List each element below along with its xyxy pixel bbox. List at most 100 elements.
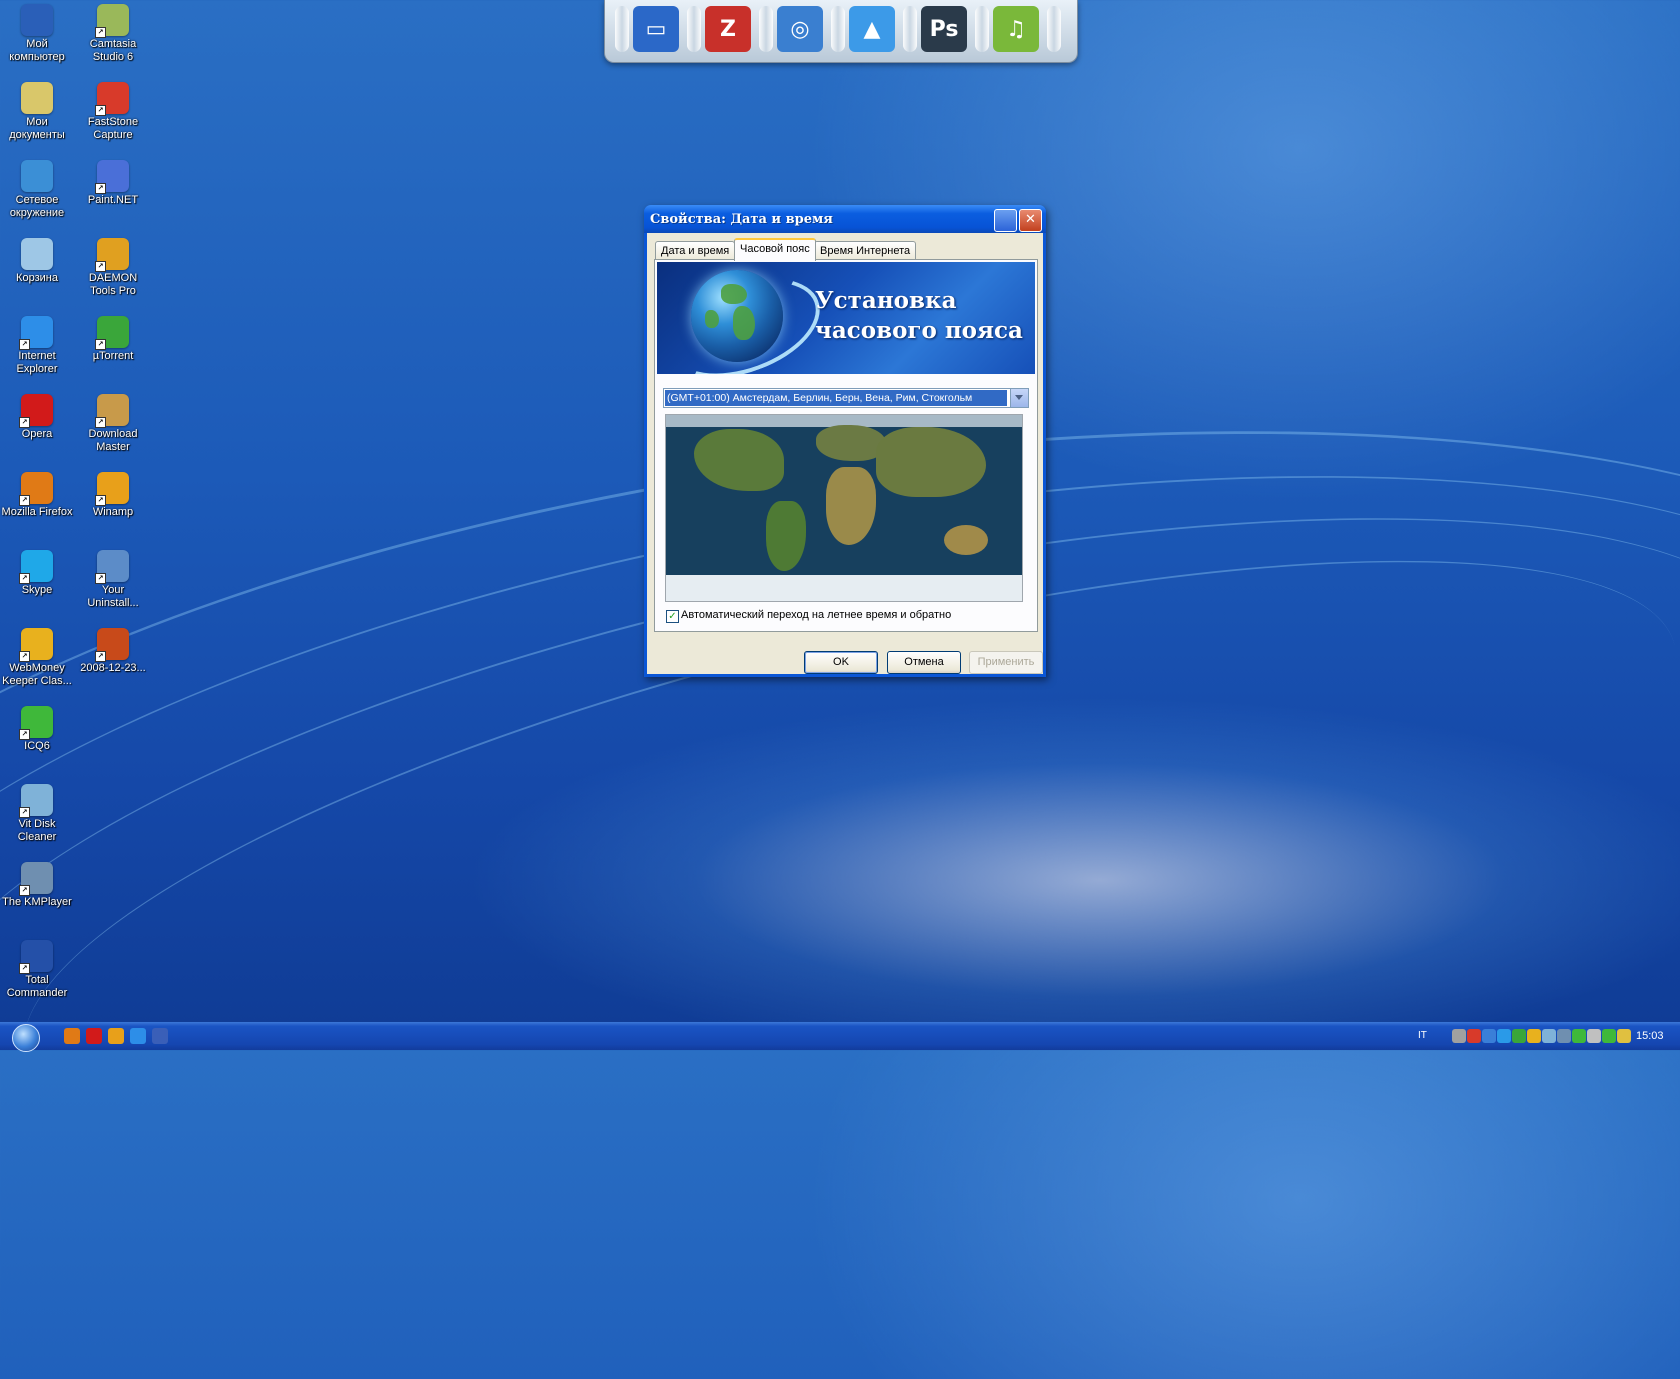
- desktop-icon-label: Mozilla Firefox: [1, 506, 73, 518]
- desktop-icon-label: WebMoney Keeper Clas...: [2, 662, 72, 687]
- safely-remove-tray-icon[interactable]: [1617, 1029, 1631, 1043]
- filezilla-icon[interactable]: Z: [705, 6, 751, 52]
- dock-bar: ▭ Z ◎ ▲ Ps ♫: [604, 0, 1078, 63]
- world-map-image: [665, 414, 1023, 602]
- utorrent-tray-icon[interactable]: [1512, 1029, 1526, 1043]
- desktop-icon-label: Internet Explorer: [16, 350, 58, 375]
- shortcut-arrow-icon: ↗: [95, 417, 106, 428]
- internet-explorer-icon[interactable]: [130, 1028, 146, 1044]
- ok-button[interactable]: OK: [804, 651, 878, 674]
- desktop-icon[interactable]: ↗ Paint.NET: [76, 156, 150, 207]
- desktop-icon[interactable]: ↗ Total Commander: [0, 936, 74, 1000]
- antivirus-tray-icon[interactable]: [1467, 1029, 1481, 1043]
- desktop-icon-label: Paint.NET: [87, 194, 139, 206]
- my-documents-icon: [21, 82, 53, 114]
- desktop-icon[interactable]: ↗ Winamp: [76, 468, 150, 519]
- apply-button[interactable]: Применить: [969, 651, 1043, 674]
- banner-title-line-1: Установка: [815, 287, 957, 314]
- network-tray-icon[interactable]: [1452, 1029, 1466, 1043]
- close-button[interactable]: ✕: [1019, 209, 1042, 232]
- monitor-icon[interactable]: ▭: [633, 6, 679, 52]
- dialog-titlebar[interactable]: Свойства: Дата и время ✕: [644, 205, 1046, 233]
- tab-internet-time[interactable]: Время Интернета: [814, 241, 917, 260]
- desktop-icon[interactable]: ↗ ICQ6: [0, 702, 74, 753]
- desktop-icon[interactable]: Корзина: [0, 234, 74, 285]
- tab-time-zone[interactable]: Часовой пояс: [734, 238, 816, 261]
- taskbar: IT 15:03: [0, 1022, 1680, 1052]
- shortcut-arrow-icon: ↗: [95, 183, 106, 194]
- printer-tray-icon[interactable]: [1557, 1029, 1571, 1043]
- banner-title: Установка часового пояса: [815, 286, 1023, 346]
- desktop-icon[interactable]: ↗ 2008-12-23...: [76, 624, 150, 675]
- desktop-icon[interactable]: ↗ Download Master: [76, 390, 150, 454]
- desktop-icon-label: Skype: [21, 584, 53, 596]
- time-zone-selected-value[interactable]: (GMT+01:00) Амстердам, Берлин, Берн, Вен…: [665, 390, 1007, 406]
- dock-separator: [759, 6, 773, 52]
- network-connection-tray-icon[interactable]: [1572, 1029, 1586, 1043]
- help-button[interactable]: [994, 209, 1017, 232]
- shortcut-arrow-icon: ↗: [19, 885, 30, 896]
- desktop-icon[interactable]: ↗ WebMoney Keeper Clas...: [0, 624, 74, 688]
- globe-icon[interactable]: ◎: [777, 6, 823, 52]
- time-zone-banner: Установка часового пояса: [657, 262, 1035, 374]
- winamp-icon[interactable]: [108, 1028, 124, 1044]
- shortcut-arrow-icon: ↗: [19, 417, 30, 428]
- download-master-icon: ↗: [95, 394, 129, 428]
- clock[interactable]: 15:03: [1636, 1030, 1664, 1042]
- firefox-icon[interactable]: [64, 1028, 80, 1044]
- desktop-icon[interactable]: ↗ Camtasia Studio 6: [76, 0, 150, 64]
- winamp-icon: ↗: [95, 472, 129, 506]
- close-icon: ✕: [1025, 212, 1036, 227]
- desktop-icon[interactable]: ↗ µTorrent: [76, 312, 150, 363]
- desktop-icon[interactable]: ↗ The KMPlayer: [0, 858, 74, 909]
- utorrent-icon: ↗: [95, 316, 129, 350]
- up-arrow-icon[interactable]: ▲: [849, 6, 895, 52]
- desktop-icon-label: Мои документы: [9, 116, 65, 141]
- desktop-icon[interactable]: ↗ Opera: [0, 390, 74, 441]
- shortcut-arrow-icon: ↗: [19, 807, 30, 818]
- opera-icon[interactable]: [86, 1028, 102, 1044]
- desktop-icon-label: Total Commander: [6, 974, 68, 999]
- recycle-bin-icon: [21, 238, 53, 270]
- desktop-icon-label: ICQ6: [24, 740, 50, 752]
- time-zone-panel: Установка часового пояса (GMT+01:00) Амс…: [654, 259, 1038, 632]
- desktop-icon[interactable]: ↗ Vit Disk Cleaner: [0, 780, 74, 844]
- messenger-tray-icon[interactable]: [1542, 1029, 1556, 1043]
- start-button[interactable]: [12, 1024, 40, 1052]
- dst-label[interactable]: Автоматический переход на летнее время и…: [681, 609, 951, 621]
- shortcut-arrow-icon: ↗: [19, 339, 30, 350]
- network-places-icon: [21, 160, 53, 192]
- volume-tray-icon[interactable]: [1587, 1029, 1601, 1043]
- desktop-icon[interactable]: ↗ Internet Explorer: [0, 312, 74, 376]
- dock-separator: [831, 6, 845, 52]
- dst-checkbox[interactable]: ✓: [666, 610, 679, 623]
- desktop-icon[interactable]: ↗ Your Uninstall...: [76, 546, 150, 610]
- show-desktop-icon[interactable]: [152, 1028, 168, 1044]
- icq-tray-icon[interactable]: [1602, 1029, 1616, 1043]
- shortcut-arrow-icon: ↗: [19, 651, 30, 662]
- desktop-icon[interactable]: Мой компьютер: [0, 0, 74, 64]
- desktop-icon[interactable]: Мои документы: [0, 78, 74, 142]
- disk-cleaner-icon: ↗: [19, 784, 53, 818]
- desktop-icon[interactable]: ↗ Skype: [0, 546, 74, 597]
- language-indicator[interactable]: IT: [1418, 1030, 1427, 1041]
- time-zone-select[interactable]: (GMT+01:00) Амстердам, Берлин, Берн, Вен…: [663, 388, 1029, 408]
- faststone-icon: ↗: [95, 82, 129, 116]
- shortcut-arrow-icon: ↗: [95, 27, 106, 38]
- desktop-icon[interactable]: ↗ FastStone Capture: [76, 78, 150, 142]
- music-note-icon[interactable]: ♫: [993, 6, 1039, 52]
- chevron-down-icon[interactable]: [1010, 389, 1028, 407]
- desktop-icon[interactable]: Сетевое окружение: [0, 156, 74, 220]
- dock-separator: [903, 6, 917, 52]
- photoshop-icon[interactable]: Ps: [921, 6, 967, 52]
- tab-date-time[interactable]: Дата и время: [655, 241, 736, 260]
- paint-net-icon: ↗: [95, 160, 129, 194]
- sync-tray-icon[interactable]: [1497, 1029, 1511, 1043]
- desktop-icon[interactable]: ↗ Mozilla Firefox: [0, 468, 74, 519]
- desktop-icon-label: Winamp: [92, 506, 134, 518]
- desktop-icon[interactable]: ↗ DAEMON Tools Pro: [76, 234, 150, 298]
- cancel-button[interactable]: Отмена: [887, 651, 961, 674]
- webmoney-tray-icon[interactable]: [1527, 1029, 1541, 1043]
- opera-icon: ↗: [19, 394, 53, 428]
- bluetooth-tray-icon[interactable]: [1482, 1029, 1496, 1043]
